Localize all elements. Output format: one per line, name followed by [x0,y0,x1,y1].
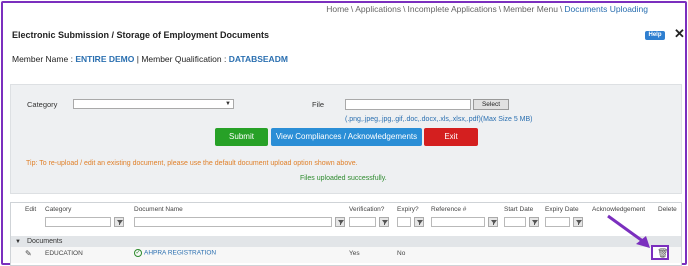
member-name-value: ENTIRE DEMO [75,54,135,64]
column-header-verification[interactable]: Verification? [349,206,384,213]
document-name-filter-input[interactable] [134,217,332,227]
column-header-expiry-date[interactable]: Expiry Date [545,206,579,213]
file-input[interactable] [345,99,471,110]
exit-button[interactable]: Exit [424,128,478,146]
column-header-category[interactable]: Category [45,206,71,213]
expiry-date-filter-button[interactable] [573,217,583,227]
reference-filter-button[interactable] [488,217,498,227]
category-select[interactable]: ▼ [73,99,234,109]
view-compliances-button[interactable]: View Compliances / Acknowledgements [271,128,422,146]
close-icon[interactable]: ✕ [674,27,685,41]
member-qualification-label: Member Qualification : [141,54,227,64]
column-header-delete[interactable]: Delete [658,206,677,213]
expiry-filter-input[interactable] [397,217,411,227]
breadcrumb-separator: \ [498,4,502,14]
highlight-arrow-icon [607,214,650,248]
document-name-filter-button[interactable] [335,217,345,227]
select-file-button[interactable]: Select [473,99,509,110]
column-header-start-date[interactable]: Start Date [504,206,533,213]
cell-category: EDUCATION [45,250,83,257]
edit-pencil-icon[interactable]: ✎ [25,249,32,258]
cell-expiry: No [397,250,406,257]
file-label: File [312,100,325,109]
tip-text: Tip: To re-upload / edit an existing doc… [26,160,358,167]
member-name-label: Member Name : [12,54,73,64]
column-header-acknowledgement[interactable]: Acknowledgement [592,206,645,213]
file-type-hint: (.png,.jpeg,.jpg,.gif,.doc,.docx,.xls,.x… [345,116,533,123]
submit-button[interactable]: Submit [215,128,268,146]
document-link[interactable]: AHPRA REGISTRATION [144,250,216,257]
category-filter-button[interactable] [114,217,124,227]
cell-verification: Yes [349,250,360,257]
filter-icon [117,220,123,224]
start-date-filter-input[interactable] [504,217,526,227]
help-button[interactable]: Help [645,31,665,40]
member-divider: | [136,54,139,64]
verification-filter-button[interactable] [379,217,389,227]
category-filter-input[interactable] [45,217,111,227]
reference-filter-input[interactable] [431,217,485,227]
table-row [11,247,681,263]
page-title: Electronic Submission / Storage of Emplo… [12,30,270,40]
breadcrumb-home[interactable]: Home [326,4,349,14]
cell-document-name[interactable]: ✓ AHPRA REGISTRATION [134,249,216,257]
breadcrumb-member-menu[interactable]: Member Menu [503,4,558,14]
breadcrumb-current: Documents Uploading [564,4,648,14]
breadcrumb-applications[interactable]: Applications [355,4,401,14]
breadcrumb-separator: \ [403,4,406,14]
column-header-reference[interactable]: Reference # [431,206,466,213]
breadcrumb-incomplete-applications[interactable]: Incomplete Applications [407,4,496,14]
start-date-filter-button[interactable] [529,217,539,227]
filter-icon [338,220,344,224]
group-label: Documents [26,238,63,245]
filter-icon [576,220,582,224]
check-circle-icon: ✓ [134,249,142,257]
chevron-down-icon[interactable]: ▼ [15,239,21,245]
filter-icon [491,220,497,224]
category-label: Category [27,100,58,109]
expiry-filter-button[interactable] [414,217,424,227]
verification-filter-input[interactable] [349,217,376,227]
filter-icon [382,220,388,224]
group-row-documents[interactable]: ▼ Documents [11,236,681,247]
member-info: Member Name : ENTIRE DEMO | Member Quali… [12,54,288,64]
breadcrumb-separator: \ [559,4,563,14]
column-header-edit[interactable]: Edit [25,206,36,213]
breadcrumb-separator: \ [350,4,354,14]
column-header-document-name[interactable]: Document Name [134,206,183,213]
filter-icon [417,220,423,224]
member-qualification-value: DATABSEADM [228,54,288,64]
breadcrumb: Home \ Applications \ Incomplete Application… [326,4,648,14]
expiry-date-filter-input[interactable] [545,217,570,227]
chevron-down-icon: ▼ [225,101,231,107]
filter-icon [532,220,538,224]
trash-icon: 🗑 [657,248,669,258]
column-header-expiry[interactable]: Expiry? [397,206,419,213]
success-message: Files uploaded successfully. [300,175,387,182]
